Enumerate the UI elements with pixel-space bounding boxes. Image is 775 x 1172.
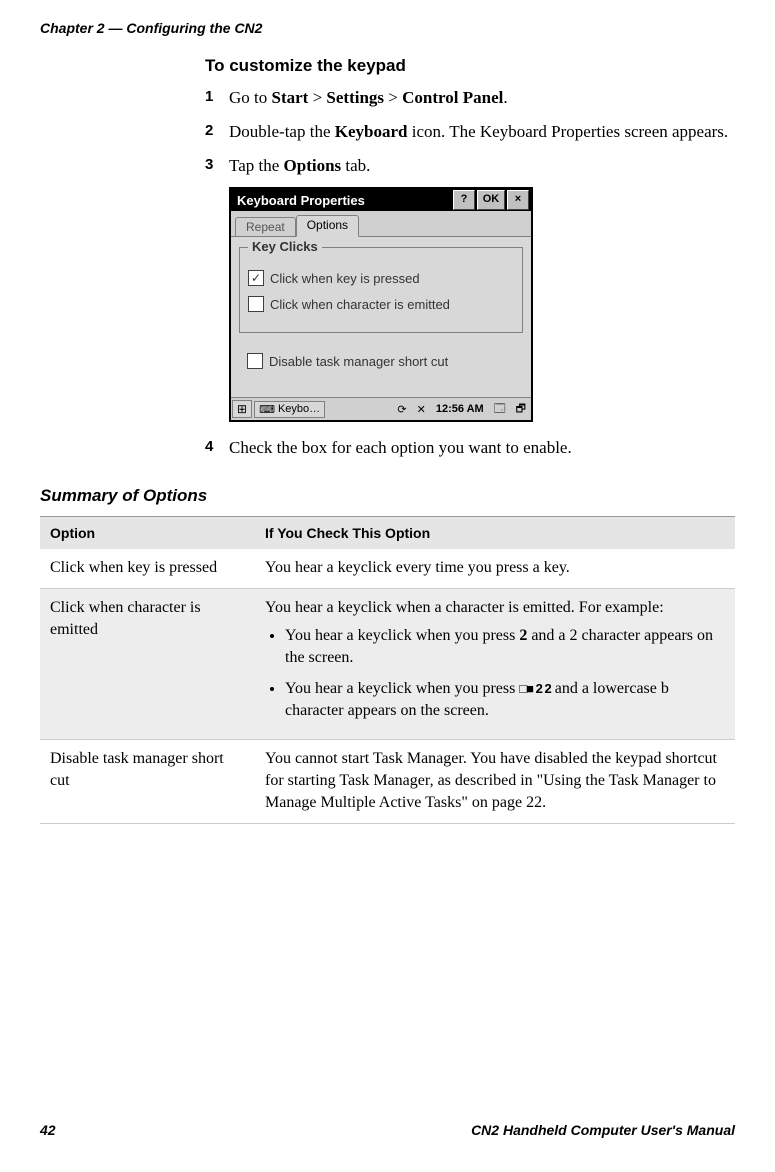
col-option: Option	[40, 517, 255, 550]
list-item: You hear a keyclick when you press 2 and…	[285, 625, 725, 670]
taskbar-app-label: Keybo…	[278, 403, 320, 415]
checkbox-label: Click when key is pressed	[270, 271, 420, 286]
taskbar-app[interactable]: ⌨Keybo…	[254, 401, 325, 418]
desktop-icon[interactable]: 🗗	[512, 399, 530, 420]
step-1: 1 Go to Start > Settings > Control Panel…	[205, 86, 735, 110]
help-button[interactable]: ?	[453, 190, 475, 210]
description-cell: You hear a keyclick when a character is …	[255, 588, 735, 739]
taskbar: ⊞ ⌨Keybo… ⟳ ✕ 12:56 AM 🗔 🗗	[231, 397, 531, 420]
option-cell: Click when character is emitted	[40, 588, 255, 739]
step-number: 3	[205, 154, 229, 178]
tray-icon[interactable]: ✕	[413, 402, 430, 417]
summary-heading: Summary of Options	[40, 486, 735, 506]
text: .	[503, 88, 507, 107]
chapter-header: Chapter 2 — Configuring the CN2	[40, 20, 735, 36]
tab-options[interactable]: Options	[296, 215, 359, 237]
option-cell: Click when key is pressed	[40, 549, 255, 588]
text: Tap the	[229, 156, 284, 175]
step-text: Check the box for each option you want t…	[229, 436, 735, 460]
checkbox-disable-taskmgr[interactable]	[247, 353, 263, 369]
checkbox-row-key-pressed: ✓ Click when key is pressed	[248, 270, 514, 286]
window-title: Keyboard Properties	[233, 193, 451, 208]
summary-table: Option If You Check This Option Click wh…	[40, 516, 735, 824]
step-2: 2 Double-tap the Keyboard icon. The Keyb…	[205, 120, 735, 144]
page-number: 42	[40, 1122, 56, 1138]
keyboard-properties-window: Keyboard Properties ? OK × Repeat Option…	[229, 187, 533, 422]
ui-options-tab: Options	[284, 156, 342, 175]
keyboard-icon: ⌨	[259, 403, 275, 416]
manual-title: CN2 Handheld Computer User's Manual	[471, 1122, 735, 1138]
options-panel: Key Clicks ✓ Click when key is pressed C…	[231, 237, 531, 397]
text: You hear a keyclick when you press	[285, 680, 519, 697]
clock: 12:56 AM	[432, 402, 488, 416]
text: >	[308, 88, 326, 107]
ui-keyboard-icon: Keyboard	[335, 122, 408, 141]
tray-icon[interactable]: 🗔	[490, 399, 510, 420]
text: You hear a keyclick when you press	[285, 627, 519, 644]
option-cell: Disable task manager short cut	[40, 739, 255, 823]
col-description: If You Check This Option	[255, 517, 735, 550]
description-cell: You cannot start Task Manager. You have …	[255, 739, 735, 823]
checkbox-key-pressed[interactable]: ✓	[248, 270, 264, 286]
step-number: 2	[205, 120, 229, 144]
list-item: You hear a keyclick when you press □■ 2 …	[285, 678, 725, 723]
tab-row: Repeat Options	[231, 211, 531, 237]
ok-button[interactable]: OK	[477, 190, 505, 210]
text: tab.	[341, 156, 370, 175]
checkbox-row-disable-taskmgr: Disable task manager short cut	[247, 353, 523, 369]
step-4: 4 Check the box for each option you want…	[205, 436, 735, 460]
ui-path-settings: Settings	[326, 88, 384, 107]
table-row: Disable task manager short cut You canno…	[40, 739, 735, 823]
tab-repeat[interactable]: Repeat	[235, 217, 296, 236]
table-header-row: Option If You Check This Option	[40, 517, 735, 550]
text: >	[384, 88, 402, 107]
section-heading: To customize the keypad	[205, 56, 735, 76]
windows-icon: ⊞	[237, 402, 247, 416]
tray-icon[interactable]: ⟳	[393, 402, 410, 417]
ui-path-control-panel: Control Panel	[402, 88, 503, 107]
close-button[interactable]: ×	[507, 190, 529, 210]
key-ref: □■ 2 2	[519, 680, 550, 698]
table-row: Click when character is emitted You hear…	[40, 588, 735, 739]
text: Double-tap the	[229, 122, 335, 141]
checkbox-label: Disable task manager short cut	[269, 354, 448, 369]
step-3: 3 Tap the Options tab.	[205, 154, 735, 178]
window-titlebar: Keyboard Properties ? OK ×	[231, 189, 531, 211]
step-number: 4	[205, 436, 229, 460]
group-label: Key Clicks	[248, 239, 322, 254]
embedded-screenshot: Keyboard Properties ? OK × Repeat Option…	[229, 187, 735, 422]
key-clicks-group: Key Clicks ✓ Click when key is pressed C…	[239, 247, 523, 333]
text: You hear a keyclick when a character is …	[265, 599, 664, 616]
description-cell: You hear a keyclick every time you press…	[255, 549, 735, 588]
checkbox-row-char-emitted: Click when character is emitted	[248, 296, 514, 312]
table-row: Click when key is pressed You hear a key…	[40, 549, 735, 588]
start-button[interactable]: ⊞	[232, 400, 252, 418]
text: Go to	[229, 88, 272, 107]
checkbox-label: Click when character is emitted	[270, 297, 450, 312]
page-footer: 42 CN2 Handheld Computer User's Manual	[40, 1122, 735, 1142]
step-number: 1	[205, 86, 229, 110]
text: icon. The Keyboard Properties screen app…	[407, 122, 728, 141]
ui-path-start: Start	[272, 88, 309, 107]
checkbox-char-emitted[interactable]	[248, 296, 264, 312]
